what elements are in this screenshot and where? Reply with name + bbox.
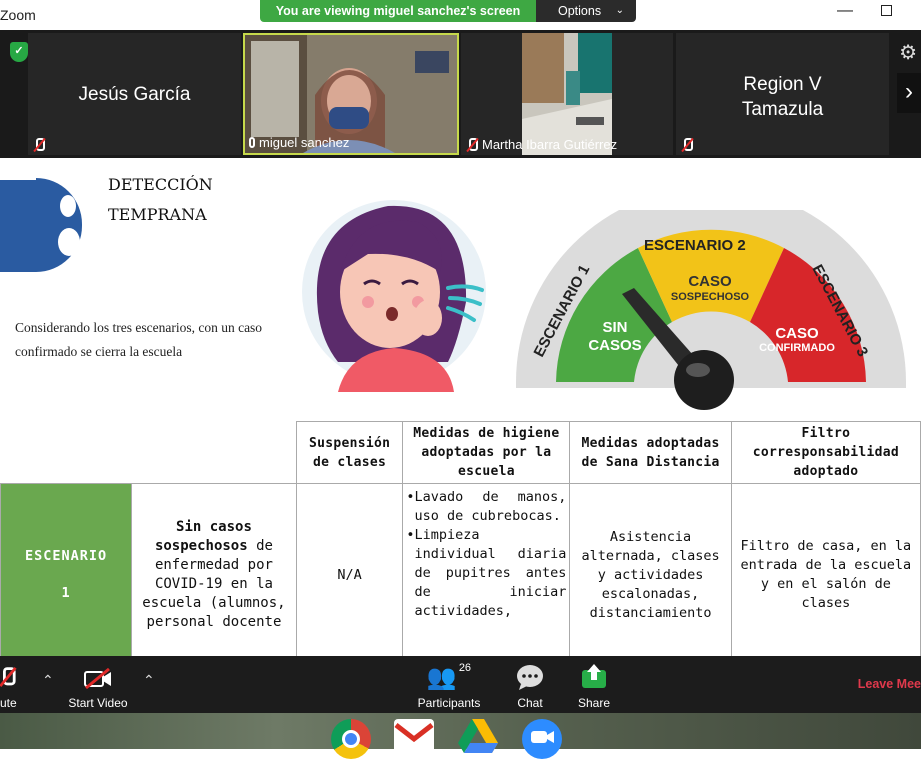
hygiene-cell: • Lavado de manos, uso de cubrebocas. • Li… <box>402 483 571 656</box>
gauge-label-escenario-2: ESCENARIO 2 <box>644 237 746 254</box>
mic-muted-icon <box>465 137 478 152</box>
mic-muted-icon <box>32 138 45 152</box>
participant-tile[interactable]: Jesús García <box>28 33 241 155</box>
chat-label: Chat <box>517 696 543 710</box>
chevron-down-icon: ⌄ <box>615 5 624 16</box>
participant-name: Martha Ibarra Gutiérrez <box>482 137 618 152</box>
participant-name: Jesús García <box>78 84 191 105</box>
mic-muted-icon <box>0 667 16 687</box>
share-screen-icon <box>582 664 606 688</box>
leave-meeting-button[interactable]: Leave Mee <box>858 677 921 691</box>
chat-icon <box>517 665 543 690</box>
participants-icon: 👥 <box>426 664 457 691</box>
segment-confirmado-line1: CASO <box>775 325 819 342</box>
scenario-number: 1 <box>61 585 71 601</box>
slide-note: Considerando los tres escenarios, con un… <box>15 320 263 359</box>
app-title: Zoom <box>0 7 36 23</box>
table-header-row: Suspensión de clases Medidas de higiene … <box>1 421 921 484</box>
participant-tile[interactable]: Martha Ibarra Gutiérrez <box>461 33 673 155</box>
filter-cell: Filtro de casa, en la entrada de la escu… <box>730 483 921 656</box>
chevron-up-icon[interactable]: ⌃ <box>42 672 54 689</box>
header-hygiene: Medidas de higiene adoptadas por la escu… <box>402 421 571 484</box>
mute-button[interactable]: ute <box>0 662 30 710</box>
share-label: Share <box>577 696 611 710</box>
sneezing-girl-illustration <box>302 200 486 392</box>
chevron-up-icon[interactable]: ⌃ <box>143 672 155 689</box>
chrome-icon[interactable] <box>331 719 371 759</box>
description-bold: Sin casos sospechosos <box>154 519 252 554</box>
shield-icon[interactable]: ✓ <box>10 42 28 62</box>
google-drive-icon[interactable] <box>458 719 498 759</box>
participants-label: Participants <box>417 696 481 710</box>
hygiene-item: Limpieza individual diaria de pupitres a… <box>414 527 567 619</box>
minimize-icon[interactable]: — <box>837 2 853 20</box>
mic-muted-icon <box>680 138 693 152</box>
risk-gauge: ESCENARIO 1 ESCENARIO 2 ESCENARIO 3 SIN … <box>516 210 906 410</box>
share-screen-button[interactable]: Share <box>574 662 614 710</box>
participant-name: miguel sanchez <box>259 135 350 150</box>
scenario-label: ESCENARIO <box>24 548 108 564</box>
next-page-button[interactable]: › <box>897 73 921 113</box>
mic-icon <box>249 137 255 148</box>
view-options-button[interactable]: Options ⌄ <box>536 0 636 22</box>
segment-confirmado-line2: CONFIRMADO <box>759 342 835 354</box>
options-label: Options <box>558 4 602 18</box>
start-video-button[interactable]: Start Video <box>62 662 134 710</box>
hygiene-item: Lavado de manos, uso de cubrebocas. <box>414 489 567 524</box>
viewing-banner: You are viewing miguel sanchez's screen <box>260 0 536 22</box>
chevron-right-icon: › <box>905 78 913 105</box>
segment-sin-line1: SIN <box>602 319 627 336</box>
slide-heading-line2: TEMPRANA <box>108 205 207 224</box>
video-off-icon <box>84 668 111 690</box>
scenario-cell: ESCENARIO 1 <box>0 483 133 656</box>
gauge-hub <box>674 350 734 410</box>
participant-name-line1: Region V <box>743 74 822 95</box>
slide-heading-line1: DETECCIÓN <box>108 175 213 194</box>
slide-number-8 <box>36 178 82 272</box>
chat-button[interactable]: Chat <box>508 662 552 710</box>
suspension-cell: N/A <box>295 483 404 656</box>
participants-count: 26 <box>458 662 472 674</box>
maximize-icon[interactable] <box>881 5 892 16</box>
participant-tile[interactable]: Region V Tamazula <box>676 33 889 155</box>
segment-sospechoso-line2: SOSPECHOSO <box>671 291 750 303</box>
participants-button[interactable]: 👥 26 Participants <box>414 662 484 710</box>
segment-sin-line2: CASOS <box>588 337 641 354</box>
table-row: ESCENARIO 1 Sin casos sospechosos de enf… <box>0 483 921 656</box>
scenario-table: Suspensión de clases Medidas de higiene … <box>0 421 921 656</box>
title-bar: Zoom You are viewing miguel sanchez's sc… <box>0 0 921 30</box>
distance-cell: Asistencia alternada, clases y actividad… <box>569 483 732 656</box>
shared-screen: DETECCIÓN TEMPRANA Considerando los tres… <box>0 158 921 656</box>
zoom-app-icon[interactable] <box>522 719 562 759</box>
gmail-icon[interactable] <box>394 719 434 759</box>
header-filter: Filtro corresponsabilidad adoptado <box>730 421 921 484</box>
scenario-description: Sin casos sospechosos de enfermedad por … <box>131 483 297 656</box>
meeting-toolbar: ute ⌃ Start Video ⌃ 👥 26 Participants Cha… <box>0 656 921 713</box>
mute-label: ute <box>0 696 17 710</box>
participant-name-line2: Tamazula <box>741 99 824 120</box>
gear-icon[interactable]: ⚙ <box>899 40 917 65</box>
start-video-label: Start Video <box>68 696 128 710</box>
segment-sospechoso-line1: CASO <box>688 273 732 290</box>
header-suspension: Suspensión de clases <box>295 421 404 484</box>
header-distance: Medidas adoptadas de Sana Distancia <box>569 421 732 484</box>
participant-strip: ✓ Jesús García miguel sanchez Martha Iba… <box>0 30 921 158</box>
os-taskbar <box>0 713 921 759</box>
participant-tile-active[interactable]: miguel sanchez <box>243 33 459 155</box>
